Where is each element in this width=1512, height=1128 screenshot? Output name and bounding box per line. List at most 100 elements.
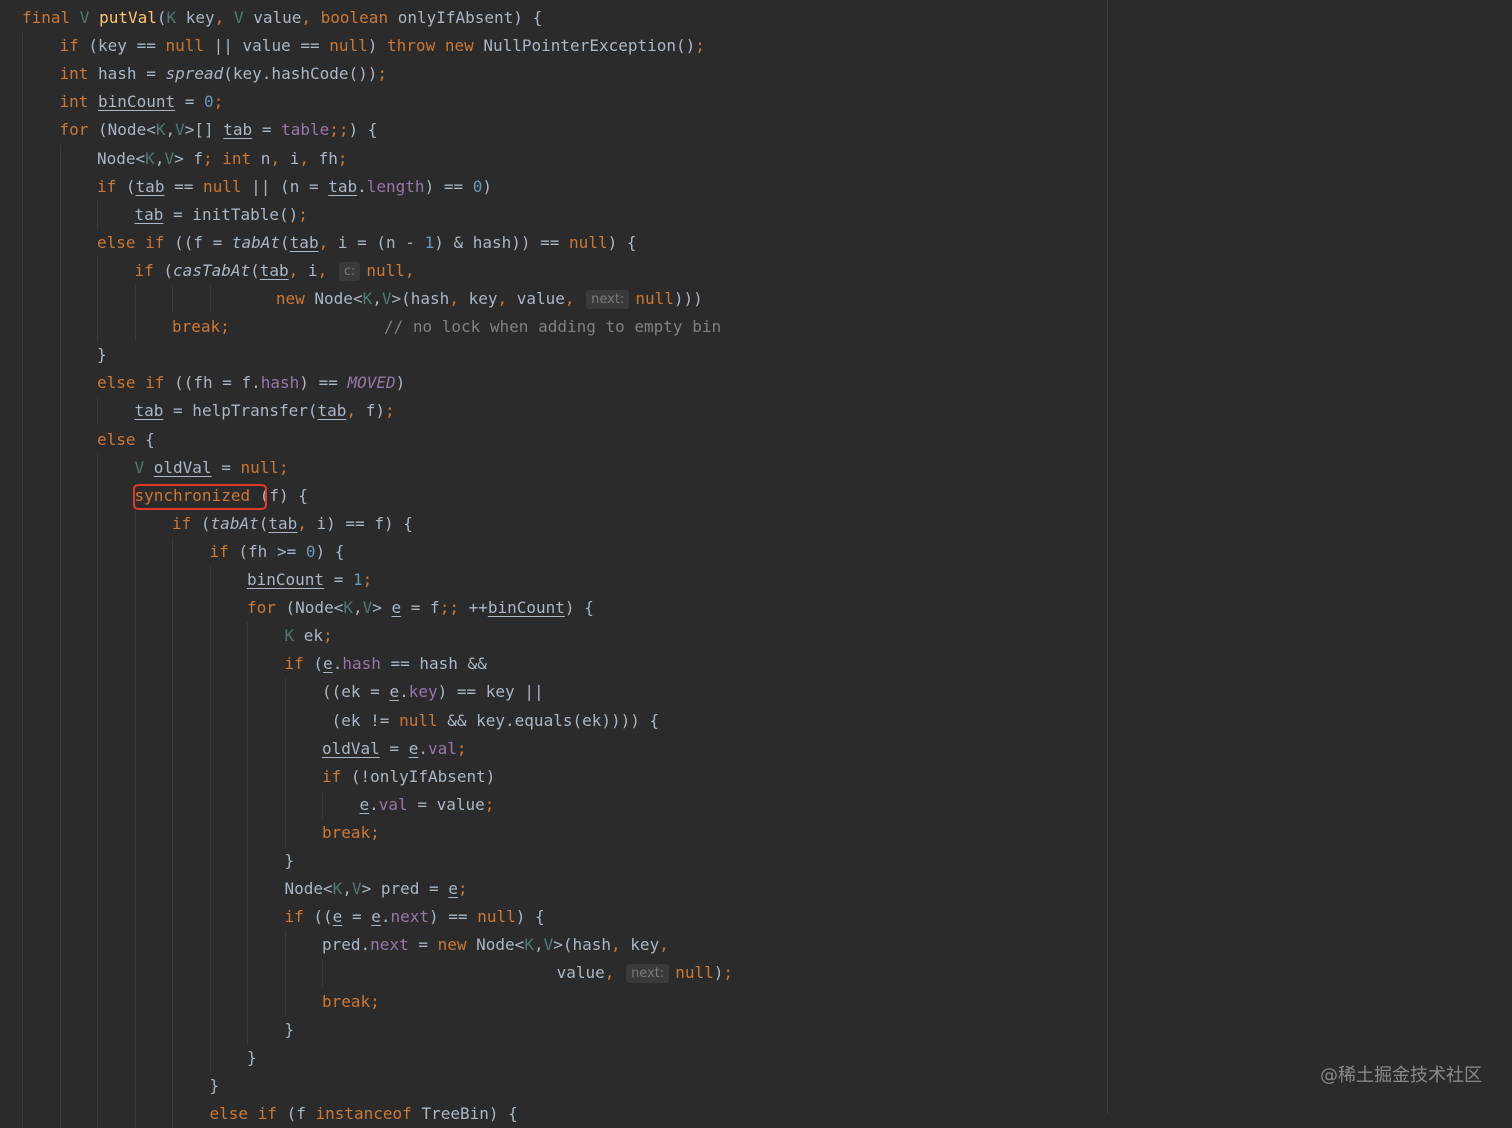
- code-token: break: [322, 823, 370, 842]
- code-line[interactable]: if ((e = e.next) == null) {: [285, 903, 545, 931]
- code-line[interactable]: int hash = spread(key.hashCode());: [60, 60, 388, 88]
- code-line[interactable]: final V putVal(K key, V value, boolean o…: [22, 4, 542, 32]
- code-token: e: [392, 598, 402, 617]
- code-token: =: [342, 907, 371, 926]
- code-line[interactable]: }: [97, 341, 107, 369]
- code-token: if: [285, 654, 314, 673]
- code-line[interactable]: else {: [97, 426, 155, 454]
- code-token: ,: [155, 149, 165, 168]
- code-token: (: [157, 8, 167, 27]
- code-token: ;: [338, 149, 348, 168]
- code-line[interactable]: if (tab == null || (n = tab.length) == 0…: [97, 173, 492, 201]
- code-line[interactable]: }: [247, 1044, 257, 1072]
- code-line[interactable]: (ek != null && key.equals(ek)))) {: [332, 707, 660, 735]
- code-editor[interactable]: final V putVal(K key, V value, boolean o…: [0, 0, 1512, 1114]
- code-token: V: [382, 289, 392, 308]
- code-token: ;: [385, 401, 395, 420]
- code-token: binCount: [98, 92, 175, 111]
- code-token: (fh >=: [238, 542, 305, 561]
- code-token: ((fh = f.: [174, 373, 261, 392]
- code-line[interactable]: Node<K,V> f; int n, i, fh;: [97, 145, 348, 173]
- code-token: (ek !=: [332, 711, 399, 730]
- indent-guide: [322, 791, 323, 819]
- code-line[interactable]: int binCount = 0;: [60, 88, 224, 116]
- code-token: tab: [135, 205, 164, 224]
- code-line[interactable]: break;: [322, 988, 380, 1016]
- code-token: .: [418, 739, 428, 758]
- code-token: value: [517, 289, 565, 308]
- code-token: ))): [674, 289, 703, 308]
- code-token: null: [569, 233, 608, 252]
- code-line[interactable]: pred.next = new Node<K,V>(hash, key,: [322, 931, 669, 959]
- code-token: NullPointerException(): [483, 36, 695, 55]
- code-line[interactable]: break;: [322, 819, 380, 847]
- code-line[interactable]: e.val = value;: [360, 791, 495, 819]
- code-token: (key.hashCode()): [223, 64, 377, 83]
- code-token: || (n =: [251, 177, 328, 196]
- code-token: ,: [565, 289, 584, 308]
- code-line[interactable]: V oldVal = null;: [135, 454, 289, 482]
- code-token: V: [544, 935, 554, 954]
- code-token: =: [175, 92, 204, 111]
- code-token: [230, 317, 384, 336]
- code-token: e: [333, 907, 343, 926]
- code-token: break: [322, 992, 370, 1011]
- code-line[interactable]: for (Node<K,V> e = f;; ++binCount) {: [247, 594, 594, 622]
- code-line[interactable]: else if ((f = tabAt(tab, i = (n - 1) & h…: [97, 229, 636, 257]
- code-token: if: [210, 542, 239, 561]
- code-token: > f: [174, 149, 203, 168]
- code-token: null: [635, 289, 674, 308]
- code-token: .: [399, 682, 409, 701]
- code-line[interactable]: oldVal = e.val;: [322, 735, 467, 763]
- code-line[interactable]: for (Node<K,V>[] tab = table;;) {: [60, 116, 378, 144]
- code-token: ) ==: [299, 373, 347, 392]
- code-token: break: [172, 317, 220, 336]
- code-line[interactable]: binCount = 1;: [247, 566, 372, 594]
- code-token: 0: [204, 92, 214, 111]
- code-line[interactable]: K ek;: [285, 622, 333, 650]
- code-line[interactable]: if (fh >= 0) {: [210, 538, 345, 566]
- code-line[interactable]: value, next:null);: [557, 959, 733, 987]
- code-token: && key.equals(ek)))) {: [447, 711, 659, 730]
- code-token: ;: [458, 879, 468, 898]
- code-line[interactable]: if (casTabAt(tab, i, c:null,: [135, 257, 415, 285]
- code-token: ;: [323, 626, 333, 645]
- code-line[interactable]: if (key == null || value == null) throw …: [60, 32, 705, 60]
- code-line[interactable]: if (tabAt(tab, i) == f) {: [172, 510, 413, 538]
- code-line[interactable]: }: [210, 1072, 220, 1100]
- indent-guide: [322, 959, 323, 987]
- code-token: else if: [97, 233, 174, 252]
- code-token: null: [399, 711, 447, 730]
- indent-guide: [135, 510, 136, 1128]
- code-token: final: [22, 8, 80, 27]
- code-line[interactable]: new Node<K,V>(hash, key, value, next:nul…: [276, 285, 703, 313]
- code-line[interactable]: else if ((fh = f.hash) == MOVED): [97, 369, 405, 397]
- code-token: ,: [318, 261, 337, 280]
- code-token: key: [409, 682, 438, 701]
- code-token: value: [557, 963, 605, 982]
- code-token: key: [469, 289, 498, 308]
- code-token: oldVal: [154, 458, 212, 477]
- code-token: K: [333, 879, 343, 898]
- code-token: ;: [377, 64, 387, 83]
- code-line[interactable]: ((ek = e.key) == key ||: [322, 678, 544, 706]
- code-line[interactable]: break; // no lock when adding to empty b…: [172, 313, 721, 341]
- code-line[interactable]: tab = helpTransfer(tab, f);: [135, 397, 395, 425]
- code-line[interactable]: }: [285, 847, 295, 875]
- indent-guide: [285, 931, 286, 1015]
- code-line[interactable]: if (!onlyIfAbsent): [322, 763, 495, 791]
- code-line[interactable]: Node<K,V> pred = e;: [285, 875, 468, 903]
- code-token: else: [97, 430, 145, 449]
- code-token: ;: [695, 36, 705, 55]
- code-token: ) {: [349, 120, 378, 139]
- code-line[interactable]: }: [285, 1016, 295, 1044]
- code-token: ;: [220, 317, 230, 336]
- code-token: }: [285, 851, 295, 870]
- code-token: int: [60, 92, 99, 111]
- code-token: (: [163, 261, 173, 280]
- code-token: i = (n -: [338, 233, 425, 252]
- code-line[interactable]: tab = initTable();: [135, 201, 308, 229]
- code-token: ,: [215, 8, 234, 27]
- code-line[interactable]: if (e.hash == hash &&: [285, 650, 487, 678]
- code-token: casTabAt: [173, 261, 250, 280]
